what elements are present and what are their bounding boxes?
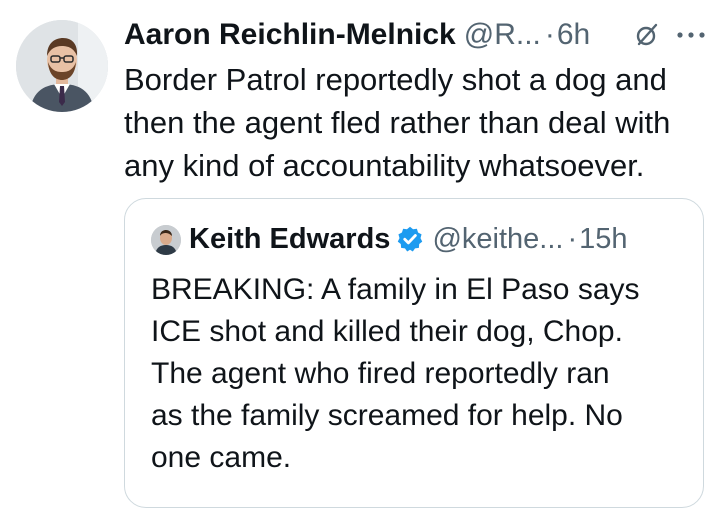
more-dots-icon[interactable]: [676, 28, 706, 42]
verified-badge-icon: [398, 226, 423, 252]
author-name[interactable]: Aaron Reichlin-Melnick: [124, 12, 456, 58]
separator-dot: ·: [544, 18, 555, 51]
tweet-header: Aaron Reichlin-Melnick @R... · 6h: [124, 12, 590, 58]
quoted-author-name[interactable]: Keith Edwards: [189, 217, 390, 261]
quoted-author-handle[interactable]: @keithe...: [432, 217, 563, 261]
author-avatar[interactable]: [16, 20, 108, 112]
tweet[interactable]: Aaron Reichlin-Melnick @R... · 6h Border…: [0, 0, 720, 508]
quoted-author-avatar[interactable]: [151, 225, 181, 255]
quoted-avatar-icon: [151, 225, 181, 255]
quoted-separator-dot: ·: [567, 223, 578, 255]
quoted-tweet-timestamp[interactable]: 15h: [579, 217, 627, 261]
person-avatar-icon: [16, 20, 108, 112]
quoted-tweet-header: Keith Edwards @keithe... · 15h: [189, 217, 628, 261]
tweet-timestamp[interactable]: 6h: [557, 12, 590, 58]
tweet-text: Border Patrol reportedly shot a dog and …: [124, 62, 671, 183]
quoted-tweet-text: BREAKING: A family in El Paso says ICE s…: [151, 273, 640, 474]
grok-slash-circle-icon[interactable]: [634, 22, 660, 48]
quoted-tweet-card[interactable]: Keith Edwards @keithe... · 15h BREAKING:…: [124, 198, 704, 508]
author-handle[interactable]: @R...: [464, 12, 541, 58]
